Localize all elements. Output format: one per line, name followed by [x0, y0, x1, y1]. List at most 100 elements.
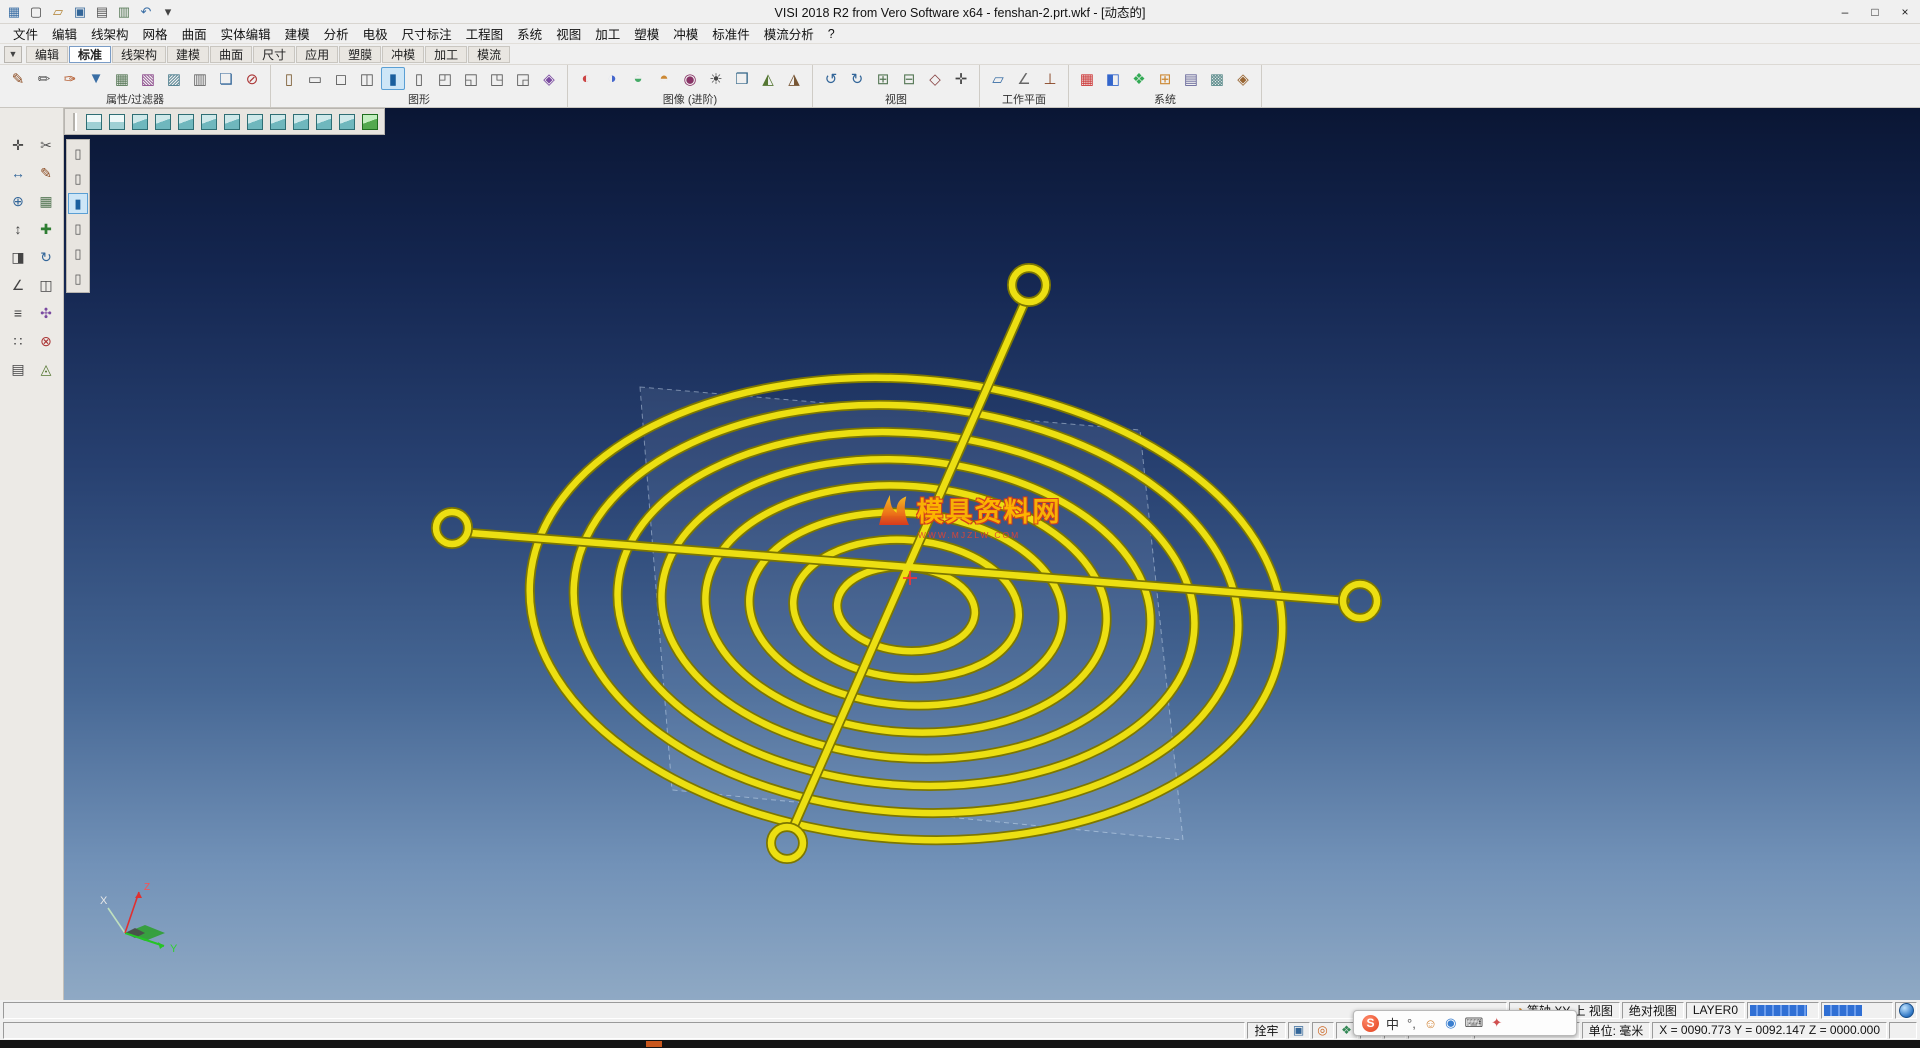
- taskbar-edge[interactable]: [0, 1040, 1920, 1048]
- system-ramp-icon[interactable]: ◈: [1231, 67, 1255, 90]
- tab-machining[interactable]: 加工: [425, 46, 467, 63]
- display-shaded-icon[interactable]: ◻: [329, 67, 353, 90]
- menu-item[interactable]: ?: [821, 26, 842, 42]
- list-icon[interactable]: ≡: [6, 302, 30, 324]
- ime-toolbox-icon[interactable]: ✦: [1491, 1015, 1502, 1031]
- display-gem-icon[interactable]: ◈: [537, 67, 561, 90]
- layer-cell[interactable]: LAYER0: [1686, 1002, 1745, 1019]
- 3d-viewport[interactable]: ▯▯▮▯▯▯ 模具资料网 WWW.MJZLW.COM X Y Z: [64, 108, 1920, 1000]
- section-icon[interactable]: ◫: [34, 274, 58, 296]
- display-hidden-icon[interactable]: ▭: [303, 67, 327, 90]
- menu-item[interactable]: 冲模: [666, 23, 705, 44]
- toolbar-grip[interactable]: [73, 113, 77, 131]
- 3d-canvas[interactable]: [64, 108, 1920, 1000]
- taskbar-app-indicator[interactable]: [646, 1041, 662, 1047]
- system-colors-icon[interactable]: ▦: [1075, 67, 1099, 90]
- snap-icon[interactable]: ⊕: [6, 190, 30, 212]
- view-iso-1-icon[interactable]: [130, 112, 150, 132]
- undo-icon[interactable]: ↶: [136, 3, 156, 21]
- tab-edit[interactable]: 编辑: [26, 46, 68, 63]
- display-quarter-4-icon[interactable]: ◲: [511, 67, 535, 90]
- view-rotate-ccw-icon[interactable]: ↺: [819, 67, 843, 90]
- view-iso-4-icon[interactable]: [199, 112, 219, 132]
- print-icon[interactable]: ▤: [92, 3, 112, 21]
- ucs-world-icon[interactable]: ▯: [68, 143, 88, 164]
- ucs-face-icon[interactable]: ▯: [68, 218, 88, 239]
- view-fit-icon[interactable]: ◇: [923, 67, 947, 90]
- view-zoom-in-icon[interactable]: ⊞: [871, 67, 895, 90]
- ucs-edge-icon[interactable]: ▯: [68, 243, 88, 264]
- plot-icon[interactable]: ▥: [114, 3, 134, 21]
- close-button[interactable]: ×: [1890, 1, 1920, 23]
- open-file-icon[interactable]: ▱: [48, 3, 68, 21]
- sketch-icon[interactable]: ✎: [34, 162, 58, 184]
- view-front-icon[interactable]: [107, 112, 127, 132]
- menu-item[interactable]: 模流分析: [757, 23, 821, 44]
- filter-layer-icon[interactable]: ▦: [110, 67, 134, 90]
- menu-item[interactable]: 网格: [136, 23, 175, 44]
- angle-icon[interactable]: ∠: [6, 274, 30, 296]
- workplane-angle-icon[interactable]: ∠: [1012, 67, 1036, 90]
- system-table-icon[interactable]: ▤: [1179, 67, 1203, 90]
- browser-icon[interactable]: ◎: [1312, 1022, 1334, 1039]
- ucs-active-icon[interactable]: ▮: [68, 193, 88, 214]
- tab-molding[interactable]: 塑膜: [339, 46, 381, 63]
- ime-lang-icon[interactable]: 中: [1386, 1014, 1399, 1033]
- display-quarter-2-icon[interactable]: ◱: [459, 67, 483, 90]
- render-target-icon[interactable]: ◉: [678, 67, 702, 90]
- save-icon[interactable]: ▣: [70, 3, 90, 21]
- ucs-view-icon[interactable]: ▯: [68, 168, 88, 189]
- grid-icon[interactable]: ▦: [34, 190, 58, 212]
- menu-item[interactable]: 工程图: [459, 23, 511, 44]
- render-tri-right-icon[interactable]: ◮: [782, 67, 806, 90]
- menu-item[interactable]: 建模: [278, 23, 317, 44]
- menu-item[interactable]: 系统: [510, 23, 549, 44]
- filter-color-icon[interactable]: ▧: [136, 67, 160, 90]
- menu-item[interactable]: 电极: [356, 23, 395, 44]
- move-icon[interactable]: ↔: [6, 162, 30, 184]
- view-iso-7-icon[interactable]: [268, 112, 288, 132]
- view-iso-dynamic-icon[interactable]: [360, 112, 380, 132]
- ime-keyboard-icon[interactable]: ⌨: [1464, 1015, 1483, 1031]
- system-monitor-icon[interactable]: ◧: [1101, 67, 1125, 90]
- menu-item[interactable]: 曲面: [175, 23, 214, 44]
- view-top-icon[interactable]: [84, 112, 104, 132]
- ime-punct-icon[interactable]: °,: [1407, 1016, 1416, 1031]
- attr-paint-icon[interactable]: ✑: [58, 67, 82, 90]
- app-menu-icon[interactable]: ▦: [4, 3, 24, 21]
- points-icon[interactable]: ∷: [6, 330, 30, 352]
- render-frame-icon[interactable]: ❒: [730, 67, 754, 90]
- workplane-set-icon[interactable]: ▱: [986, 67, 1010, 90]
- tab-standard[interactable]: 标准: [69, 46, 111, 63]
- menu-item[interactable]: 塑模: [627, 23, 666, 44]
- view-iso-10-icon[interactable]: [337, 112, 357, 132]
- select-icon[interactable]: ✛: [6, 134, 30, 156]
- menu-item[interactable]: 标准件: [705, 23, 757, 44]
- ime-mic-icon[interactable]: ◉: [1445, 1015, 1456, 1031]
- rotate-icon[interactable]: ↻: [34, 246, 58, 268]
- system-snap-icon[interactable]: ❖: [1127, 67, 1151, 90]
- tab-stamping[interactable]: 冲模: [382, 46, 424, 63]
- display-wireframe-icon[interactable]: ▯: [277, 67, 301, 90]
- filter-element-icon[interactable]: ▼: [84, 67, 108, 90]
- display-quarter-3-icon[interactable]: ◳: [485, 67, 509, 90]
- minimize-button[interactable]: –: [1830, 1, 1860, 23]
- menu-item[interactable]: 尺寸标注: [395, 23, 459, 44]
- attr-edit-icon[interactable]: ✎: [6, 67, 30, 90]
- tab-flow[interactable]: 模流: [468, 46, 510, 63]
- intersect-icon[interactable]: ⊗: [34, 330, 58, 352]
- view-iso-5-icon[interactable]: [222, 112, 242, 132]
- tab-modeling[interactable]: 建模: [167, 46, 209, 63]
- view-zoom-out-icon[interactable]: ⊟: [897, 67, 921, 90]
- quick-access-dropdown-icon[interactable]: ▾: [158, 3, 178, 21]
- absolute-view-cell[interactable]: 绝对视图: [1622, 1002, 1684, 1019]
- view-pan-icon[interactable]: ✛: [949, 67, 973, 90]
- stretch-icon[interactable]: ↕: [6, 218, 30, 240]
- tab-surface[interactable]: 曲面: [210, 46, 252, 63]
- match-properties-icon[interactable]: ❏: [214, 67, 238, 90]
- tab-application[interactable]: 应用: [296, 46, 338, 63]
- render-half-right-icon[interactable]: ◑: [600, 67, 624, 90]
- render-top-icon[interactable]: ◓: [652, 67, 676, 90]
- maximize-button[interactable]: □: [1860, 1, 1890, 23]
- system-grid-icon[interactable]: ⊞: [1153, 67, 1177, 90]
